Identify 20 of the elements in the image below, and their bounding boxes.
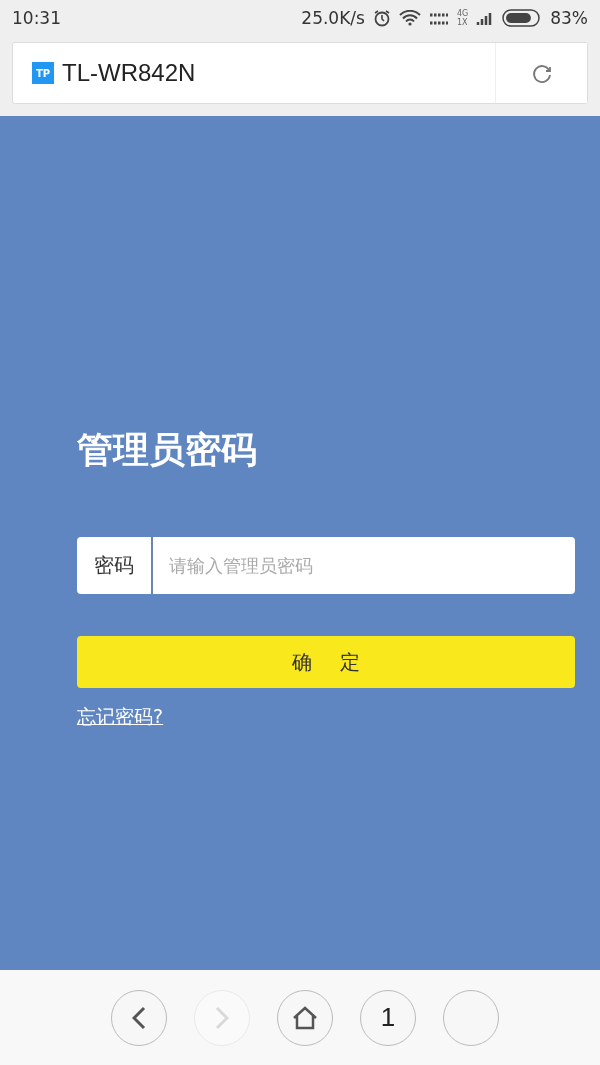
page-title: TL-WR842N — [62, 59, 197, 87]
tabs-button[interactable]: 1 — [360, 989, 416, 1046]
clock-time: 10:31 — [12, 8, 61, 28]
field-label: 密码 — [77, 537, 153, 594]
home-icon — [292, 1005, 318, 1030]
wifi-icon — [398, 10, 421, 26]
forgot-password-link[interactable]: 忘记密码? — [77, 704, 164, 730]
site-logo: TP — [32, 62, 54, 84]
battery-icon — [502, 9, 543, 27]
battery-percent: 83% — [550, 8, 588, 28]
forward-icon — [215, 1005, 229, 1030]
password-field[interactable]: 请输入管理员密码 — [153, 537, 575, 594]
login-heading: 管理员密码 — [77, 428, 258, 472]
confirm-button[interactable]: 确 定 — [77, 636, 575, 688]
network-type: 4G 1X — [456, 9, 469, 27]
reload-icon — [530, 62, 553, 84]
back-icon — [132, 1005, 146, 1030]
reload-button[interactable] — [495, 43, 587, 103]
alarm-icon — [372, 9, 391, 27]
network-speed: 25.0K/s — [301, 8, 365, 28]
